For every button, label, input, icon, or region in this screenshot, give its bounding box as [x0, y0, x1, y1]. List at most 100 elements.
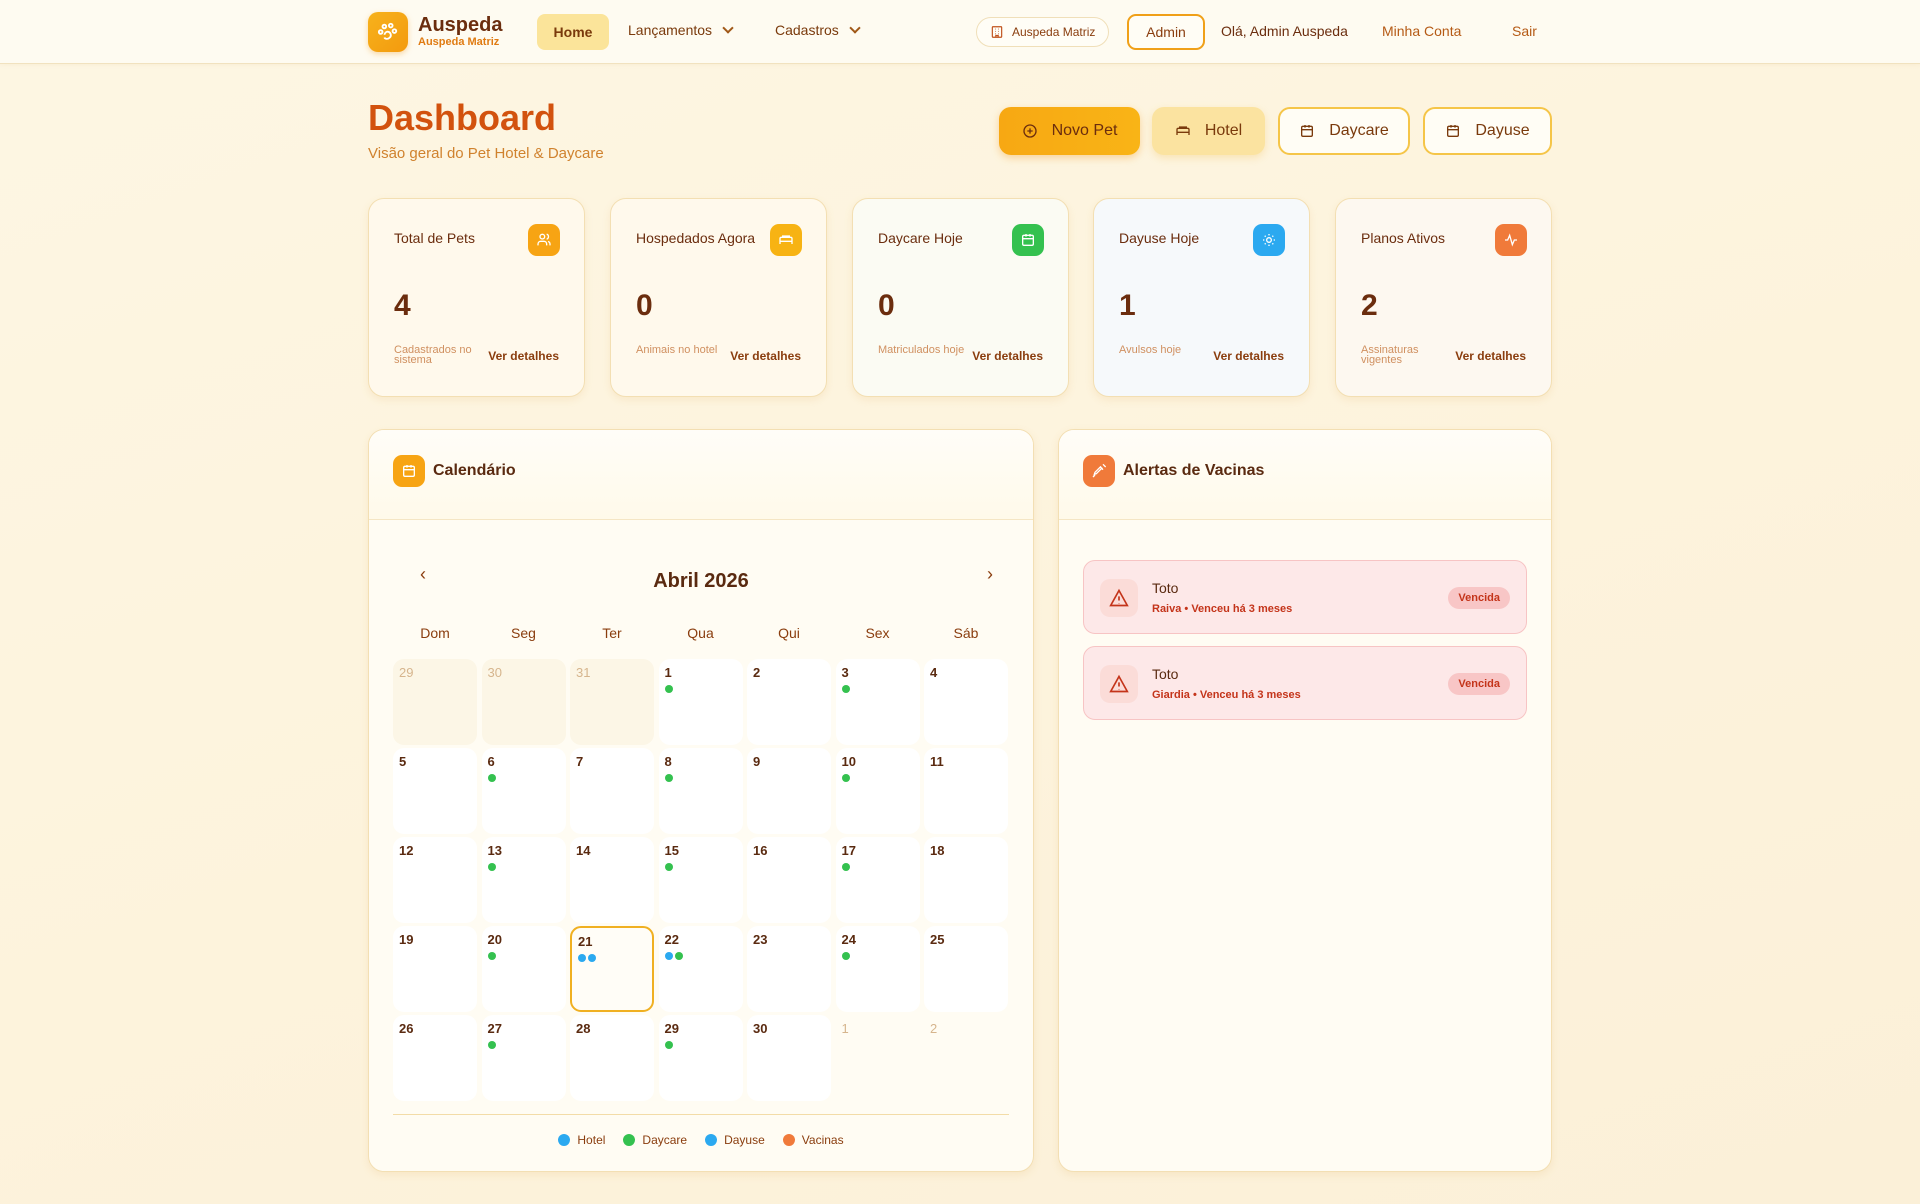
vaccine-alert[interactable]: Toto Giardia • Venceu há 3 meses Vencida	[1083, 646, 1527, 720]
day-number: 30	[753, 1021, 768, 1036]
day-number: 21	[578, 934, 593, 949]
branch-selector[interactable]: Auspeda Matriz	[976, 17, 1110, 47]
calendar-title: Calendário	[433, 462, 516, 479]
nav-home[interactable]: Home	[537, 14, 609, 50]
calendar-day[interactable]: 15	[658, 837, 743, 923]
event-dots	[664, 1041, 673, 1049]
calendar-day[interactable]: 7	[570, 748, 654, 834]
calendar-day[interactable]: 19	[393, 926, 477, 1012]
calendar-day[interactable]: 4	[924, 659, 1008, 745]
nav-cadastros[interactable]: Cadastros	[775, 22, 861, 38]
divider	[393, 1114, 1009, 1115]
calendar-day[interactable]: 21	[570, 926, 654, 1012]
dayuse-label: Dayuse	[1475, 122, 1530, 139]
day-number: 28	[576, 1021, 591, 1036]
legend-item: Daycare	[623, 1133, 687, 1147]
next-month-button[interactable]: ›	[980, 564, 1000, 584]
calendar-day[interactable]: 17	[835, 837, 920, 923]
calendar-day[interactable]: 2	[747, 659, 831, 745]
calendar-day[interactable]: 5	[393, 748, 477, 834]
event-dots	[487, 774, 496, 782]
calendar-day[interactable]: 25	[924, 926, 1008, 1012]
nav-lancamentos-label: Lançamentos	[628, 22, 713, 38]
see-details-link[interactable]: Ver detalhes	[488, 349, 559, 363]
calendar-day[interactable]: 20	[481, 926, 566, 1012]
see-details-link[interactable]: Ver detalhes	[972, 349, 1043, 363]
stat-value: 1	[1119, 289, 1136, 322]
my-account-link[interactable]: Minha Conta	[1382, 23, 1461, 39]
hotel-button[interactable]: Hotel	[1152, 107, 1265, 155]
calendar-day[interactable]: 1	[836, 1015, 920, 1101]
calendar-day[interactable]: 13	[481, 837, 566, 923]
daycare-event-dot	[841, 774, 850, 782]
calendar-day[interactable]: 26	[393, 1015, 477, 1101]
stat-value: 0	[878, 289, 895, 322]
event-dots	[487, 863, 496, 871]
vaccine-alert[interactable]: Toto Raiva • Venceu há 3 meses Vencida	[1083, 560, 1527, 634]
legend-item: Hotel	[558, 1133, 605, 1147]
calendar-day[interactable]: 24	[835, 926, 920, 1012]
see-details-link[interactable]: Ver detalhes	[730, 349, 801, 363]
event-dots	[841, 774, 850, 782]
calendar-day[interactable]: 6	[481, 748, 566, 834]
day-number: 13	[487, 843, 502, 858]
brand[interactable]: Auspeda Auspeda Matriz	[368, 12, 502, 52]
branch-name: Auspeda Matriz	[1012, 25, 1096, 39]
alert-info: Raiva • Venceu há 3 meses	[1152, 603, 1293, 615]
event-dots	[664, 685, 673, 693]
stat-card: Planos Ativos 2 Assinaturas vigentes Ver…	[1335, 198, 1552, 397]
day-number: 7	[576, 754, 584, 769]
calendar-day[interactable]: 2	[924, 1015, 1008, 1101]
calendar-day[interactable]: 29	[393, 659, 477, 745]
calendar-day[interactable]: 11	[924, 748, 1008, 834]
calendar-day[interactable]: 28	[570, 1015, 654, 1101]
calendar-day[interactable]: 27	[481, 1015, 566, 1101]
calendar-day[interactable]: 8	[658, 748, 743, 834]
alert-pet-name: Toto	[1152, 580, 1179, 596]
weekday-label: Ter	[602, 625, 622, 641]
daycare-button[interactable]: Daycare	[1278, 107, 1410, 155]
calendar-day[interactable]: 18	[924, 837, 1008, 923]
weekday-label: Dom	[420, 625, 450, 641]
nav-lancamentos[interactable]: Lançamentos	[628, 22, 734, 38]
calendar-day[interactable]: 14	[570, 837, 654, 923]
stat-description: Matriculados hoje	[878, 344, 965, 356]
event-dots	[841, 952, 850, 960]
stat-card: Dayuse Hoje 1 Avulsos hoje Ver detalhes	[1093, 198, 1310, 397]
event-dots	[487, 1041, 496, 1049]
day-number: 12	[399, 843, 414, 858]
calendar-day[interactable]: 1	[658, 659, 743, 745]
see-details-link[interactable]: Ver detalhes	[1455, 349, 1526, 363]
calendar-day[interactable]: 29	[658, 1015, 743, 1101]
alert-info: Giardia • Venceu há 3 meses	[1152, 689, 1301, 701]
calendar-day[interactable]: 16	[747, 837, 831, 923]
calendar-day[interactable]: 9	[747, 748, 831, 834]
calendar-day[interactable]: 22	[658, 926, 743, 1012]
see-details-link[interactable]: Ver detalhes	[1213, 349, 1284, 363]
stat-description: Avulsos hoje	[1119, 344, 1182, 356]
admin-button[interactable]: Admin	[1127, 14, 1205, 50]
alerts-title: Alertas de Vacinas	[1123, 462, 1265, 479]
logout-link[interactable]: Sair	[1512, 23, 1537, 39]
calendar-day[interactable]: 10	[835, 748, 920, 834]
legend-swatch	[782, 1134, 795, 1146]
calendar-day[interactable]: 30	[481, 659, 566, 745]
dayuse-button[interactable]: Dayuse	[1423, 107, 1552, 155]
day-number: 31	[576, 665, 591, 680]
building-icon	[991, 26, 1003, 38]
calendar-day[interactable]: 12	[393, 837, 477, 923]
chevron-down-icon	[722, 22, 734, 34]
event-dots	[664, 774, 673, 782]
day-number: 9	[753, 754, 761, 769]
new-pet-button[interactable]: Novo Pet	[999, 107, 1140, 155]
calendar-day[interactable]: 30	[747, 1015, 831, 1101]
bed-icon	[1176, 126, 1190, 135]
calendar-day[interactable]: 23	[747, 926, 831, 1012]
calendar-icon	[1301, 125, 1314, 137]
calendar-day[interactable]: 3	[835, 659, 920, 745]
calendar-day[interactable]: 31	[570, 659, 654, 745]
stat-label: Hospedados Agora	[636, 230, 756, 246]
event-dots	[841, 685, 850, 693]
event-dots	[487, 952, 496, 960]
user-greeting: Olá, Admin Auspeda	[1221, 23, 1348, 39]
